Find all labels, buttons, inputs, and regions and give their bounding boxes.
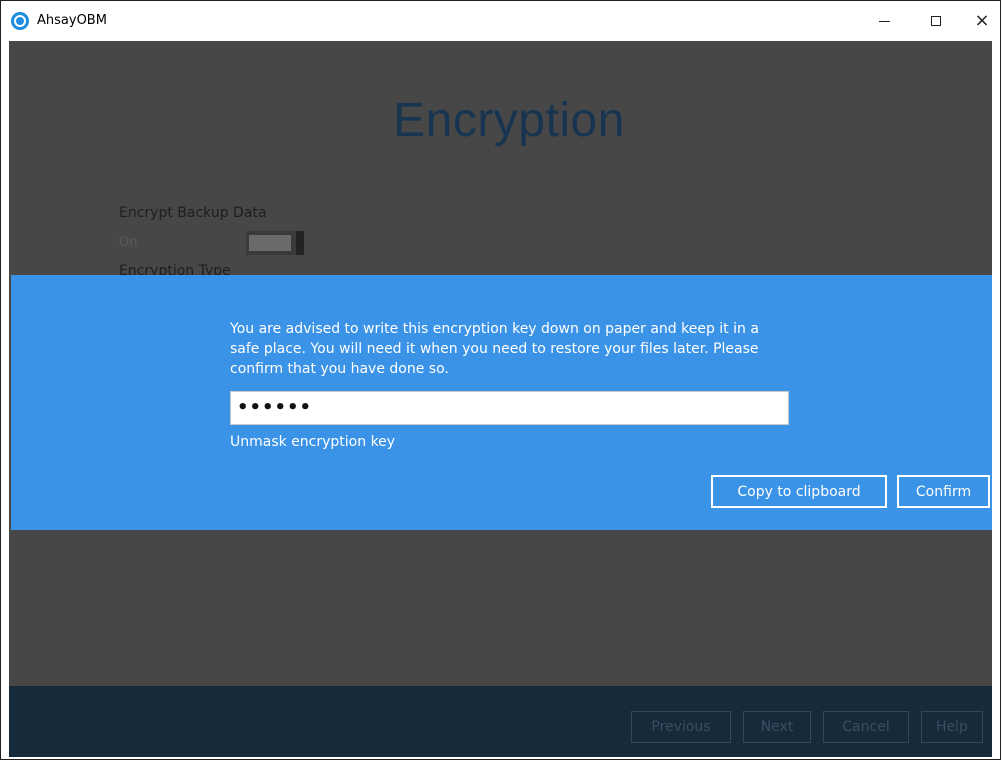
toggle-track xyxy=(249,235,291,251)
cancel-button[interactable]: Cancel xyxy=(823,711,909,743)
app-window: AhsayOBM × Encryption Encrypt Backup Dat… xyxy=(0,0,1001,760)
title-bar: AhsayOBM × xyxy=(1,1,1000,41)
page-title: Encryption xyxy=(393,94,625,147)
ahsay-logo-icon xyxy=(11,12,29,30)
copy-to-clipboard-button[interactable]: Copy to clipboard xyxy=(711,475,887,508)
dialog-message: You are advised to write this encryption… xyxy=(230,321,759,377)
minimize-icon xyxy=(878,20,890,22)
app-title: AhsayOBM xyxy=(37,13,107,28)
main-content: Encryption Encrypt Backup Data On Encryp… xyxy=(9,41,992,757)
encryption-key-dialog: You are advised to write this encryption… xyxy=(11,275,992,530)
help-button[interactable]: Help xyxy=(921,711,983,743)
confirm-button[interactable]: Confirm xyxy=(897,475,990,508)
toggle-knob xyxy=(296,231,304,255)
maximize-button[interactable] xyxy=(913,1,959,41)
encrypt-backup-label: Encrypt Backup Data xyxy=(119,205,267,221)
close-button[interactable]: × xyxy=(959,1,1000,41)
unmask-key-link[interactable]: Unmask encryption key xyxy=(230,434,395,450)
encrypt-toggle[interactable] xyxy=(246,231,304,255)
close-icon: × xyxy=(974,10,990,31)
previous-button[interactable]: Previous xyxy=(631,711,731,743)
next-button[interactable]: Next xyxy=(743,711,811,743)
maximize-icon xyxy=(931,16,941,26)
encryption-key-field[interactable]: •••••• xyxy=(230,391,789,425)
toggle-state-text: On xyxy=(119,235,138,250)
footer-bar: Previous Next Cancel Help xyxy=(9,686,992,757)
minimize-button[interactable] xyxy=(861,1,907,41)
